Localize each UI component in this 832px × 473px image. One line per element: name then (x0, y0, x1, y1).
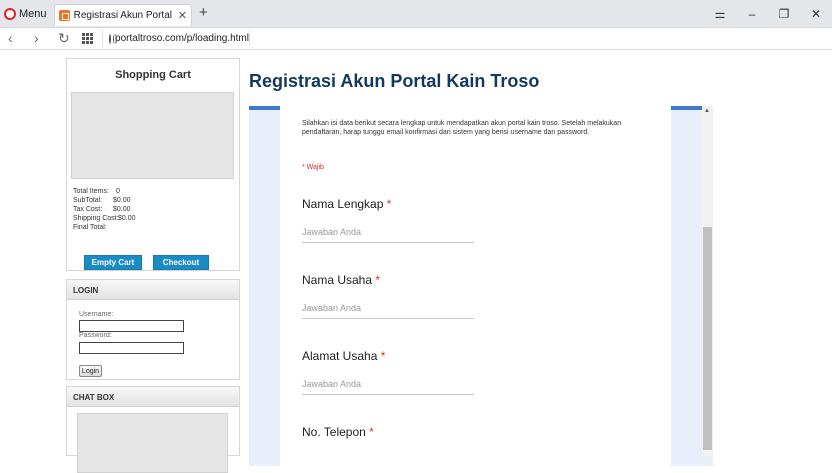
window-controls: ⚌ – ❐ ✕ (704, 0, 832, 28)
registration-form: Silahkan isi data berikut secara lengkap… (280, 106, 671, 466)
address-bar: ‹ › ↻ portaltroso.com/p/loading.html (0, 28, 832, 50)
username-input[interactable] (79, 320, 184, 332)
back-icon[interactable]: ‹ (8, 30, 13, 46)
cart-row: Total Items: 0 (73, 187, 136, 196)
form-scrollbar-thumb[interactable] (703, 227, 712, 450)
cart-title: Shopping Cart (115, 69, 191, 81)
cart-summary: Total Items: 0 SubTotal: $0.00 Tax Cost: $0… (73, 187, 136, 232)
cart-row: SubTotal: $0.00 (73, 196, 136, 205)
cart-row-value: 0 (116, 188, 120, 195)
password-label: Password: (79, 332, 112, 339)
chat-box-area[interactable] (77, 413, 228, 473)
question-label: Nama Usaha * (302, 273, 380, 287)
nama-lengkap-input[interactable]: Jawaban Anda (302, 227, 474, 243)
menu-label: Menu (19, 8, 47, 20)
required-note: * Wajib (302, 164, 324, 171)
cart-row: Tax Cost: $0.00 (73, 205, 136, 214)
question-label: Alamat Usaha * (302, 349, 385, 363)
frame-accent-bar (671, 106, 702, 110)
login-panel: LOGIN Username: Password: Login (66, 279, 240, 380)
cart-row-value: $0.00 (113, 197, 131, 204)
opera-menu-button[interactable]: Menu (4, 5, 47, 23)
question-label: Nama Lengkap * (302, 197, 391, 211)
opera-logo-icon (4, 8, 16, 20)
question-text: Nama Usaha (302, 273, 373, 287)
username-label: Username: (79, 311, 114, 318)
new-tab-button[interactable]: + (199, 5, 208, 21)
alamat-usaha-input[interactable]: Jawaban Anda (302, 379, 474, 395)
browser-tab-bar: Menu Registrasi Akun Portal Kain ✕ + ⚌ –… (0, 0, 832, 28)
cart-row-value: $0.00 (113, 206, 131, 213)
empty-cart-button[interactable]: Empty Cart (84, 255, 142, 270)
cart-row-label: Total Items: (73, 188, 109, 195)
question-label: No. Telepon * (302, 425, 374, 439)
minimize-button[interactable]: – (736, 7, 768, 21)
tab-title: Registrasi Akun Portal Kain (73, 10, 174, 21)
cart-row-label: Shipping Cost: (73, 215, 119, 222)
password-input[interactable] (79, 342, 184, 354)
close-tab-icon[interactable]: ✕ (178, 9, 187, 22)
speed-dial-icon[interactable] (82, 33, 93, 44)
cart-row-label: SubTotal: (73, 197, 103, 204)
easy-setup-icon[interactable]: ⚌ (704, 7, 736, 21)
login-button[interactable]: Login (79, 365, 102, 377)
question-text: No. Telepon (302, 425, 366, 439)
chat-box-title: CHAT BOX (67, 387, 239, 407)
required-star: * (375, 273, 381, 287)
required-star: * (369, 425, 374, 439)
required-star: * (380, 349, 386, 363)
chat-box-panel: CHAT BOX (66, 386, 240, 473)
reload-icon[interactable]: ↻ (58, 30, 70, 46)
cart-row-value: $0.00 (118, 215, 136, 222)
cart-items-box (71, 92, 234, 179)
required-star: * (386, 197, 392, 211)
question-text: Alamat Usaha (302, 349, 378, 363)
form-intro: Silahkan isi data berikut secara lengkap… (302, 120, 622, 136)
browser-tab[interactable]: Registrasi Akun Portal Kain ✕ (54, 4, 192, 26)
cart-row-label: Final Total: (73, 224, 107, 231)
cart-row: Final Total: (73, 223, 136, 232)
checkout-button[interactable]: Checkout (153, 255, 209, 270)
scroll-up-icon[interactable]: ▲ (704, 108, 710, 114)
url-field[interactable]: portaltroso.com/p/loading.html (102, 30, 250, 47)
frame-accent-bar (249, 106, 280, 110)
maximize-button[interactable]: ❐ (768, 7, 800, 21)
forward-icon[interactable]: › (34, 30, 39, 46)
login-title: LOGIN (67, 280, 239, 300)
question-text: Nama Lengkap (302, 197, 384, 211)
cart-row: Shipping Cost: $0.00 (73, 214, 136, 223)
nama-usaha-input[interactable]: Jawaban Anda (302, 303, 474, 319)
close-window-button[interactable]: ✕ (800, 7, 832, 21)
page-title: Registrasi Akun Portal Kain Troso (249, 71, 540, 91)
shopping-cart-panel: Shopping Cart Total Items: 0 SubTotal: $0.… (66, 58, 240, 271)
blogger-favicon-icon (59, 10, 70, 21)
globe-icon (109, 33, 118, 44)
cart-row-label: Tax Cost: (73, 206, 103, 213)
url-text: portaltroso.com/p/loading.html (115, 33, 249, 44)
